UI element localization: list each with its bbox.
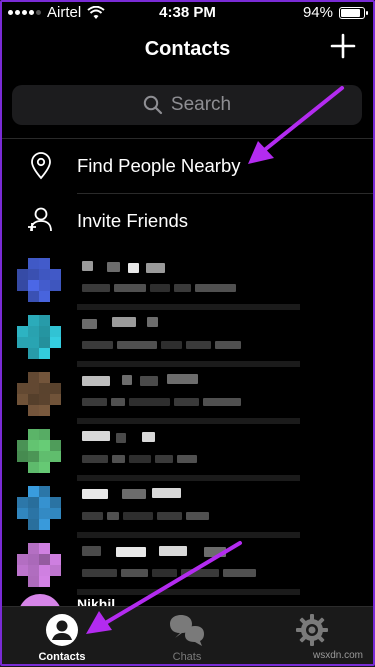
contact-name-blur [82, 489, 108, 499]
chat-bubbles-icon [170, 615, 204, 646]
person-circle-icon [46, 614, 78, 646]
tab-contacts-label: Contacts [38, 651, 86, 663]
contact-status-blur [186, 341, 211, 349]
invite-friends-row[interactable]: Invite Friends [0, 193, 375, 249]
location-pin-icon [31, 152, 51, 180]
contact-status-blur [203, 398, 241, 406]
contact-name-blur [82, 261, 93, 271]
invite-friends-label: Invite Friends [77, 210, 189, 231]
contact-status-blur [152, 569, 177, 577]
contact-name-blur [159, 546, 187, 556]
contact-avatar [17, 315, 61, 359]
contact-name-blur [107, 262, 120, 272]
contact-status-blur [157, 512, 182, 520]
contact-name-blur [82, 546, 101, 556]
contact-row[interactable] [0, 307, 375, 367]
tab-contacts[interactable]: Contacts [22, 613, 102, 665]
contact-status-blur [121, 569, 148, 577]
contact-status-blur [174, 398, 199, 406]
contact-status-blur [117, 341, 157, 349]
tab-chats-label: Chats [172, 651, 202, 663]
contact-name-blur [82, 431, 110, 441]
contact-status-blur [114, 284, 146, 292]
contact-name-blur [147, 317, 158, 327]
contact-avatar [17, 543, 61, 587]
tab-chats[interactable]: Chats [147, 613, 227, 665]
contact-name-blur [142, 432, 155, 442]
contact-name-blur [167, 374, 198, 384]
contact-status-blur [181, 569, 219, 577]
contact-status-blur [177, 455, 197, 463]
contact-name-blur [204, 547, 226, 557]
contact-status-blur [107, 512, 119, 520]
search-icon [143, 95, 162, 115]
contact-status-blur [112, 455, 125, 463]
tab-bar: Contacts Chats wsxdn.com [0, 606, 375, 667]
contact-name-blur [122, 375, 132, 385]
contact-name-blur [128, 263, 139, 273]
contact-status-blur [123, 512, 153, 520]
watermark: wsxdn.com [312, 650, 363, 661]
contact-status-blur [82, 398, 107, 406]
contact-name-blur [116, 547, 146, 557]
contact-name-blur [146, 263, 165, 273]
page-title: Contacts [144, 38, 231, 60]
search-placeholder: Search [170, 94, 232, 115]
contact-row[interactable] [0, 250, 375, 310]
contact-avatar [17, 372, 61, 416]
contact-status-blur [155, 455, 173, 463]
contact-name-blur [82, 319, 97, 329]
contact-name-blur [82, 376, 110, 386]
contact-status-blur [82, 341, 113, 349]
contact-status-blur [186, 512, 209, 520]
contact-status-blur [195, 284, 236, 292]
contact-status-blur [82, 569, 117, 577]
find-people-nearby-row[interactable]: Find People Nearby [0, 138, 375, 194]
contact-status-blur [150, 284, 170, 292]
find-people-nearby-label: Find People Nearby [77, 155, 241, 176]
contact-row[interactable] [0, 535, 375, 595]
contact-status-blur [129, 455, 151, 463]
status-right: 94% [302, 4, 368, 21]
contact-status-blur [82, 512, 103, 520]
contact-avatar [17, 429, 61, 473]
battery-icon [339, 6, 368, 19]
divider [77, 589, 300, 595]
contact-status-blur [161, 341, 182, 349]
contact-status-blur [82, 455, 108, 463]
contact-name-blur [140, 376, 158, 386]
contact-status-blur [111, 398, 125, 406]
search-input[interactable]: Search [12, 85, 362, 125]
contact-name-blur [116, 433, 126, 443]
contact-name-blur [152, 488, 181, 498]
add-person-icon [28, 207, 52, 232]
contact-avatar [17, 258, 61, 302]
contact-status-blur [82, 284, 110, 292]
battery-percent: 94% [302, 4, 333, 21]
contact-row[interactable] [0, 421, 375, 481]
add-contact-button[interactable] [329, 32, 357, 60]
contact-status-blur [223, 569, 256, 577]
contact-name-blur [112, 317, 136, 327]
gear-icon [296, 614, 328, 646]
contact-row[interactable] [0, 478, 375, 538]
status-bar: Airtel 4:38 PM 94% [0, 0, 375, 26]
contact-name-blur [122, 489, 146, 499]
contact-status-blur [129, 398, 170, 406]
contact-row[interactable] [0, 364, 375, 424]
contact-status-blur [215, 341, 241, 349]
contact-avatar [17, 486, 61, 530]
navigation-bar: Contacts [0, 26, 375, 74]
contact-status-blur [174, 284, 191, 292]
